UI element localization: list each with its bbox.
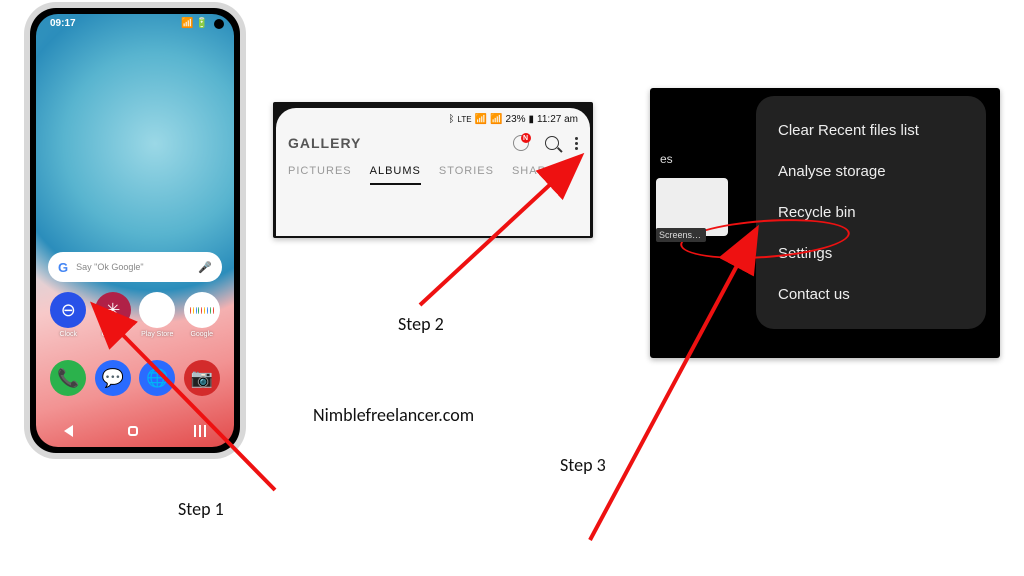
thumbnail-caption: Screens… — [656, 228, 706, 242]
arrow-step3 — [590, 260, 740, 540]
arrow-step2 — [420, 180, 555, 305]
arrow-step1 — [118, 330, 275, 490]
annotation-arrows — [0, 0, 1024, 576]
